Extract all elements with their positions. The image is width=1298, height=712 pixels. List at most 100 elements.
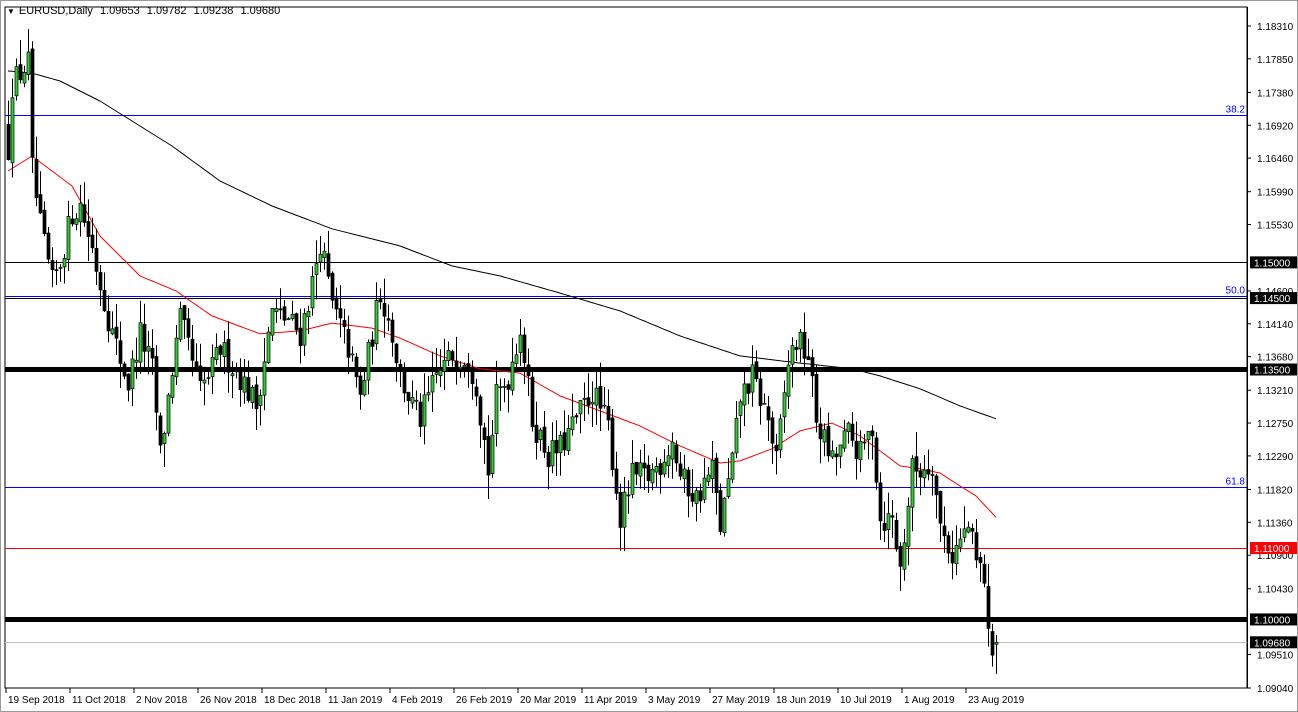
- candle-bull: [638, 462, 643, 477]
- candle-bull: [790, 345, 795, 365]
- candle-bull: [490, 434, 495, 474]
- candle-bear: [926, 469, 931, 475]
- candle-bear: [378, 299, 383, 303]
- candle-bear: [522, 334, 527, 364]
- candle-bull: [410, 397, 415, 404]
- price-tick-label: 1.16920: [1257, 121, 1294, 132]
- candle-bull: [958, 538, 963, 548]
- candle-bear: [554, 439, 559, 454]
- candle-bear: [182, 305, 187, 321]
- date-tick-label: 1 Aug 2019: [904, 695, 955, 706]
- candle-bull: [290, 313, 295, 319]
- candle-bull: [234, 370, 239, 373]
- candle-bear: [102, 290, 107, 312]
- candle-bear: [546, 451, 551, 468]
- candle-bull: [778, 418, 783, 451]
- candle-bull: [706, 474, 711, 482]
- candle-bear: [606, 405, 611, 421]
- candle-bull: [58, 267, 63, 269]
- date-tick-label: 27 May 2019: [712, 695, 770, 706]
- date-tick-label: 19 Sep 2018: [8, 695, 65, 706]
- candle-bear: [982, 563, 987, 584]
- candle-bear: [114, 326, 119, 339]
- candle-bull: [630, 463, 635, 495]
- candle-bull: [74, 218, 79, 225]
- chart-window[interactable]: 38.2 50.0 61.8 1.18310 1.17850 1.17380 1.16920…: [0, 0, 1298, 712]
- candle-bear: [878, 482, 883, 522]
- candle-bear: [346, 328, 351, 358]
- candle-bear: [226, 338, 231, 373]
- date-tick-label: 4 Feb 2019: [392, 695, 443, 706]
- candle-bull: [206, 377, 211, 379]
- candle-bear: [454, 360, 459, 369]
- candle-bear: [850, 423, 855, 441]
- candle-bear: [186, 318, 191, 338]
- candle-bear: [942, 525, 947, 537]
- candle-bear: [646, 464, 651, 482]
- candle-bull: [374, 299, 379, 345]
- candle-bull: [738, 401, 743, 416]
- candle-bull: [202, 379, 207, 384]
- candle-bull: [174, 337, 179, 378]
- candle-bear: [642, 462, 647, 469]
- date-tick-label: 2 Nov 2018: [136, 695, 188, 706]
- candle-bear: [634, 461, 639, 475]
- candle-bull: [838, 444, 843, 457]
- price-tick-label: 1.17850: [1257, 55, 1294, 66]
- high-value: 1.09782: [146, 5, 187, 17]
- candle-bear: [834, 453, 839, 458]
- price-tick-label: 1.12290: [1257, 452, 1294, 463]
- candle-bull: [430, 375, 435, 393]
- candle-bear: [106, 310, 111, 332]
- price-tick-label: 1.10430: [1257, 585, 1294, 596]
- candle-bear: [766, 406, 771, 421]
- candle-bear: [774, 444, 779, 452]
- candle-bear: [770, 417, 775, 444]
- candle-bear: [50, 260, 55, 270]
- candle-bear: [618, 491, 623, 528]
- candle-bear: [690, 493, 695, 502]
- candle-bull: [170, 375, 175, 398]
- candle-bear: [686, 469, 691, 497]
- candle-bull: [626, 494, 631, 497]
- candle-bear: [918, 470, 923, 478]
- candle-bear: [46, 232, 51, 260]
- candle-bear: [354, 356, 359, 378]
- candle-bull: [858, 440, 863, 461]
- candle-bull: [10, 97, 15, 164]
- dropdown-triangle-icon[interactable]: ▼: [7, 7, 15, 16]
- candle-bull: [842, 430, 847, 449]
- candle-bear: [70, 218, 75, 225]
- candle-bear: [862, 441, 867, 444]
- price-badge-label: 1.10000: [1254, 615, 1291, 626]
- candle-bear: [974, 532, 979, 561]
- candle-bull: [134, 359, 139, 363]
- candle-bear: [326, 253, 331, 277]
- date-tick-label: 11 Apr 2019: [584, 695, 638, 706]
- candle-bull: [222, 342, 227, 358]
- candle-bear: [154, 356, 159, 413]
- candle-bull: [318, 253, 323, 263]
- candle-bear: [238, 371, 243, 391]
- candle-bull: [214, 347, 219, 361]
- candle-bear: [894, 520, 899, 550]
- candle-bull: [438, 370, 443, 376]
- candle-bull: [442, 359, 447, 372]
- candle-bull: [270, 308, 275, 336]
- candle-bull: [570, 416, 575, 431]
- price-chart[interactable]: 38.2 50.0 61.8 1.18310 1.17850 1.17380 1.16920…: [1, 1, 1298, 712]
- candle-bear: [882, 523, 887, 531]
- candle-bear: [614, 468, 619, 494]
- price-tick-label: 1.18310: [1257, 22, 1294, 33]
- candle-bear: [294, 313, 299, 331]
- candle-bull: [750, 364, 755, 393]
- candle-bull: [722, 497, 727, 534]
- candle-bull: [350, 353, 355, 356]
- candle-bear: [754, 361, 759, 379]
- candle-bear: [810, 357, 815, 377]
- candle-bear: [254, 384, 259, 410]
- candle-bear: [986, 586, 991, 629]
- candle-bear: [142, 323, 147, 352]
- candle-bull: [62, 258, 67, 268]
- candle-bear: [390, 319, 395, 343]
